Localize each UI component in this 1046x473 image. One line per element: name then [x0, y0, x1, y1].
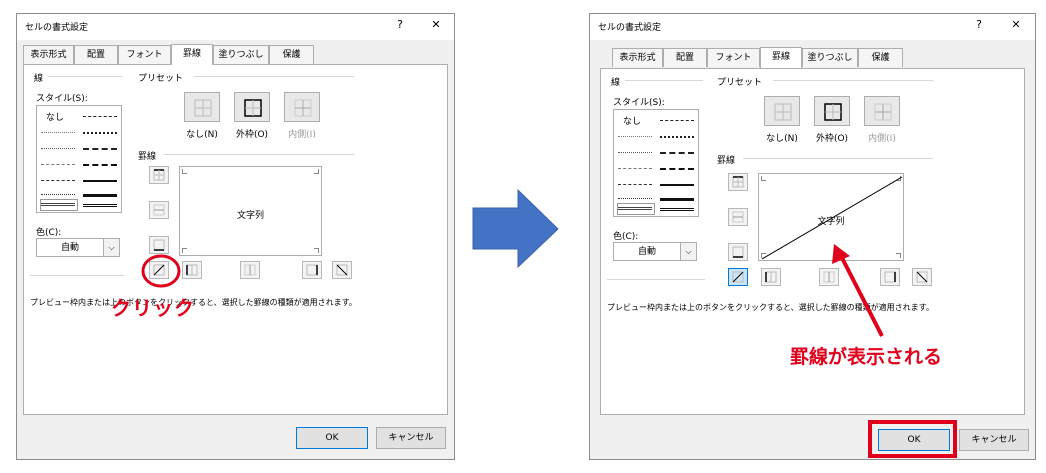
preset-inside-icon[interactable]	[284, 92, 320, 122]
line-group-rule	[48, 76, 123, 77]
dropdown-arrow-icon[interactable]: ⌵	[680, 243, 696, 260]
preset-inside-label: 内側(I)	[868, 134, 896, 144]
line-group-rule	[625, 80, 703, 81]
style-none[interactable]: なし	[623, 114, 641, 127]
preset-none-label: なし(N)	[766, 134, 798, 144]
style-label: スタイル(S):	[36, 94, 88, 104]
result-arrow	[832, 244, 884, 337]
style-none[interactable]: なし	[46, 110, 64, 123]
help-icon[interactable]: ?	[391, 18, 409, 31]
border-middle-horizontal-icon[interactable]	[728, 208, 748, 226]
preset-none-icon[interactable]	[184, 92, 220, 122]
preview-text: 文字列	[817, 217, 845, 227]
tab-protection[interactable]: 保護	[269, 45, 314, 64]
color-label: 色(C):	[613, 232, 639, 242]
dropdown-arrow-icon[interactable]: ⌵	[103, 239, 119, 256]
line-style-list[interactable]: なし	[613, 109, 699, 217]
border-bottom-icon[interactable]	[728, 243, 748, 261]
border-tab-panel: 線 スタイル(S): なし 色(C): 自動 ⌵ プリセット なし(N) 外枠(…	[23, 64, 448, 415]
color-value: 自動	[60, 243, 79, 253]
title-bar: セルの書式設定 ? ✕	[590, 14, 1035, 40]
right-arrow-icon	[472, 188, 559, 269]
format-cells-dialog-before: セルの書式設定 ? ✕ 表示形式 配置 フォント 罫線 塗りつぶし 保護 線 ス…	[16, 13, 455, 460]
cancel-button[interactable]: キャンセル	[959, 429, 1029, 451]
title-bar: セルの書式設定 ? ✕	[17, 14, 454, 40]
preset-inside-icon[interactable]	[864, 96, 900, 126]
close-icon[interactable]: ✕	[1007, 18, 1025, 31]
border-preview[interactable]: 文字列	[179, 166, 322, 256]
cancel-button[interactable]: キャンセル	[376, 427, 446, 449]
color-label: 色(C):	[36, 228, 62, 238]
result-annotation: 罫線が表示される	[790, 346, 943, 368]
border-group-label: 罫線	[717, 156, 736, 166]
style-label: スタイル(S):	[613, 98, 665, 108]
preset-group-label: プリセット	[138, 74, 184, 84]
dialog-title: セルの書式設定	[25, 23, 89, 33]
border-middle-vertical-icon[interactable]	[240, 261, 260, 279]
line-group-frame	[607, 279, 705, 280]
click-highlight-circle	[141, 254, 181, 288]
color-value: 自動	[637, 247, 656, 257]
preset-rule	[194, 76, 354, 77]
border-top-icon[interactable]	[149, 166, 169, 184]
tab-border[interactable]: 罫線	[760, 47, 802, 68]
border-group-label: 罫線	[138, 152, 157, 162]
tab-fill[interactable]: 塗りつぶし	[213, 45, 269, 64]
tab-border[interactable]: 罫線	[171, 44, 213, 65]
tab-font[interactable]: フォント	[707, 48, 760, 67]
border-bottom-icon[interactable]	[149, 236, 169, 254]
preview-text: 文字列	[236, 211, 264, 221]
tab-number[interactable]: 表示形式	[612, 48, 663, 67]
click-annotation: クリック	[111, 296, 195, 320]
ok-button[interactable]: OK	[296, 427, 368, 449]
ok-highlight-box	[868, 420, 957, 458]
preset-inside-label: 内側(I)	[288, 130, 316, 140]
border-top-icon[interactable]	[728, 173, 748, 191]
tab-alignment[interactable]: 配置	[74, 45, 118, 64]
line-style-list[interactable]: なし	[36, 105, 122, 213]
preset-group-label: プリセット	[717, 78, 763, 88]
tab-alignment[interactable]: 配置	[663, 48, 707, 67]
border-rule	[743, 158, 933, 159]
preset-outline-icon[interactable]	[234, 92, 270, 122]
preset-none-icon[interactable]	[764, 96, 800, 126]
border-rule	[164, 154, 354, 155]
format-cells-dialog-after: セルの書式設定 ? ✕ 表示形式 配置 フォント 罫線 塗りつぶし 保護 線 ス…	[589, 13, 1036, 460]
tab-protection[interactable]: 保護	[858, 48, 903, 67]
tab-font[interactable]: フォント	[118, 45, 171, 64]
border-right-icon[interactable]	[302, 261, 322, 279]
border-middle-horizontal-icon[interactable]	[149, 201, 169, 219]
line-group-label: 線	[611, 78, 621, 88]
preset-outline-label: 外枠(O)	[815, 134, 849, 144]
preset-none-label: なし(N)	[186, 130, 218, 140]
tab-fill[interactable]: 塗りつぶし	[802, 48, 858, 67]
preset-outline-label: 外枠(O)	[235, 130, 269, 140]
preset-outline-icon[interactable]	[814, 96, 850, 126]
close-icon[interactable]: ✕	[427, 18, 445, 31]
color-select[interactable]: 自動 ⌵	[36, 238, 120, 257]
line-group-label: 線	[34, 74, 44, 84]
diagonal-down-icon[interactable]	[332, 261, 352, 279]
tab-number[interactable]: 表示形式	[23, 45, 74, 64]
border-left-icon[interactable]	[182, 261, 202, 279]
preset-rule	[773, 80, 933, 81]
line-group-frame	[30, 275, 124, 276]
dialog-title: セルの書式設定	[598, 23, 662, 33]
border-left-icon[interactable]	[761, 268, 781, 286]
help-icon[interactable]: ?	[970, 18, 988, 31]
diagonal-up-icon[interactable]	[728, 268, 748, 286]
diagonal-down-icon[interactable]	[912, 268, 932, 286]
color-select[interactable]: 自動 ⌵	[613, 242, 697, 261]
